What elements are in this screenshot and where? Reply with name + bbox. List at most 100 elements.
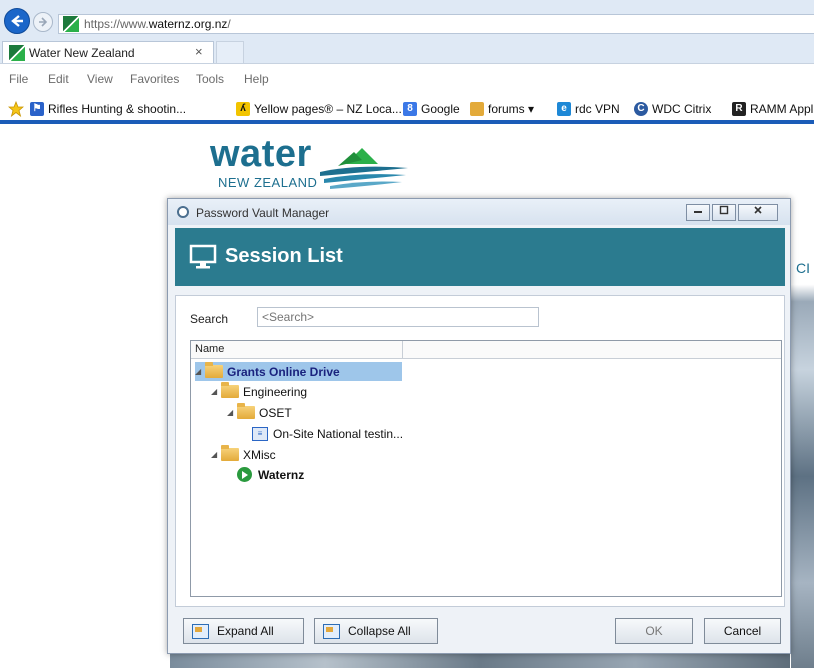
- ie-icon: e: [557, 102, 571, 116]
- favorite-wdc-citrix[interactable]: C WDC Citrix: [634, 100, 711, 118]
- url-suffix: /: [227, 17, 231, 31]
- favorite-label: Google: [421, 102, 460, 116]
- tree-row-grants-online-drive[interactable]: ◢ Grants Online Drive: [195, 362, 402, 381]
- maximize-button[interactable]: [712, 204, 736, 221]
- yellow-pages-icon: ʎ: [236, 102, 250, 116]
- tree-item-label: Grants Online Drive: [227, 364, 340, 379]
- add-favorite-star-icon[interactable]: [8, 100, 24, 118]
- collapse-all-label: Collapse All: [348, 624, 411, 638]
- forward-button[interactable]: [33, 12, 53, 32]
- collapse-all-button[interactable]: Collapse All: [314, 618, 438, 644]
- tree-row-waternz[interactable]: Waternz: [237, 465, 304, 484]
- tree-row-on-site-national-testing[interactable]: ≡ On-Site National testin...: [252, 424, 403, 443]
- collapse-arrow-icon[interactable]: ◢: [211, 450, 221, 459]
- site-logo-word[interactable]: water: [210, 134, 312, 174]
- water-waves-logo-icon: [320, 148, 408, 189]
- expand-all-button[interactable]: Expand All: [183, 618, 304, 644]
- tree-item-label: XMisc: [243, 447, 276, 462]
- play-entry-icon: [237, 467, 252, 482]
- collapse-arrow-icon[interactable]: ◢: [195, 367, 205, 376]
- favorite-ramm[interactable]: R RAMM Appl: [732, 100, 813, 118]
- ok-button[interactable]: OK: [615, 618, 693, 644]
- favorites-bar: ⚑ Rifles Hunting & shootin... ʎ Yellow pag…: [0, 94, 814, 124]
- expand-all-icon: [192, 623, 209, 639]
- folder-icon: [237, 403, 255, 419]
- tree-row-xmisc[interactable]: ◢ XMisc: [211, 445, 276, 464]
- tree-item-label: OSET: [259, 405, 292, 420]
- menu-edit[interactable]: Edit: [48, 72, 69, 86]
- column-header-name[interactable]: Name: [191, 341, 403, 358]
- search-label: Search: [190, 312, 229, 326]
- dialog-heading: Session List: [225, 245, 343, 267]
- tree-item-label: Engineering: [243, 384, 308, 399]
- favorite-label: WDC Citrix: [652, 102, 712, 116]
- maximize-icon: [719, 205, 729, 215]
- url-domain: waternz.org.nz: [148, 17, 228, 31]
- favorite-rdc-vpn[interactable]: e rdc VPN: [557, 100, 620, 118]
- tab-water-new-zealand[interactable]: Water New Zealand ×: [2, 41, 214, 63]
- favorite-label: rdc VPN: [575, 102, 620, 116]
- password-vault-dialog: Password Vault Manager Session List Sear…: [167, 198, 791, 654]
- collapse-all-icon: [323, 623, 340, 639]
- tab-row: Water New Zealand ×: [0, 38, 814, 64]
- page-hero-image-bottom: [170, 654, 790, 668]
- favorite-label: Rifles Hunting & shootin...: [48, 102, 187, 116]
- folder-icon: [221, 382, 239, 398]
- address-bar[interactable]: https://www.waternz.org.nz/: [58, 14, 814, 34]
- menu-help[interactable]: Help: [244, 72, 269, 86]
- collapse-arrow-icon[interactable]: ◢: [227, 408, 237, 417]
- site-logo-subtitle: NEW ZEALAND: [218, 175, 318, 190]
- search-input[interactable]: [257, 307, 539, 327]
- session-entry-icon: ≡: [252, 426, 268, 441]
- close-button[interactable]: [738, 204, 778, 221]
- tree-row-engineering[interactable]: ◢ Engineering: [211, 382, 307, 401]
- cancel-button[interactable]: Cancel: [704, 618, 781, 644]
- cancel-label: Cancel: [723, 624, 762, 638]
- url-text[interactable]: https://www.waternz.org.nz/: [84, 17, 231, 31]
- citrix-icon: C: [634, 102, 648, 116]
- tab-favicon-icon: [9, 45, 25, 61]
- url-prefix: https://www.: [84, 17, 149, 31]
- folder-icon: [470, 102, 484, 116]
- tree-item-label: Waternz: [258, 467, 305, 482]
- favorite-forums[interactable]: forums ▾: [470, 100, 534, 118]
- favorite-yellow-pages[interactable]: ʎ Yellow pages® – NZ Loca...: [236, 100, 402, 118]
- forward-arrow-icon: [39, 17, 48, 27]
- ramm-icon: R: [732, 102, 746, 116]
- close-icon: [754, 206, 762, 214]
- back-arrow-icon: [11, 15, 23, 27]
- page-hero-image-edge: [791, 242, 814, 668]
- menu-favorites[interactable]: Favorites: [130, 72, 179, 86]
- favorite-label: RAMM Appl: [750, 102, 814, 116]
- vault-app-icon: [177, 206, 189, 218]
- tree-column-header: Name: [191, 341, 781, 359]
- rifle-site-icon: ⚑: [30, 102, 44, 116]
- menu-file[interactable]: File: [9, 72, 28, 86]
- new-tab-button[interactable]: [216, 41, 244, 63]
- tab-title: Water New Zealand: [29, 46, 135, 60]
- menu-view[interactable]: View: [87, 72, 113, 86]
- back-button[interactable]: [4, 8, 30, 34]
- address-row: https://www.waternz.org.nz/: [0, 0, 814, 38]
- page-partial-text: CI: [796, 260, 810, 276]
- session-tree[interactable]: Name ◢ Grants Online Drive ◢ Engineering…: [190, 340, 782, 597]
- folder-icon: [205, 362, 223, 378]
- dialog-titlebar[interactable]: Password Vault Manager: [168, 199, 790, 225]
- site-favicon-icon: [63, 16, 79, 32]
- monitor-icon: [189, 244, 217, 269]
- collapse-arrow-icon[interactable]: ◢: [211, 387, 221, 396]
- minimize-button[interactable]: [686, 204, 710, 221]
- dialog-title: Password Vault Manager: [196, 206, 330, 220]
- minimize-icon: [694, 211, 702, 213]
- tree-row-oset[interactable]: ◢ OSET: [227, 403, 292, 422]
- favorite-label: Yellow pages® – NZ Loca...: [254, 102, 402, 116]
- menu-tools[interactable]: Tools: [196, 72, 224, 86]
- expand-all-label: Expand All: [217, 624, 274, 638]
- folder-icon: [221, 445, 239, 461]
- favorite-google[interactable]: 8 Google: [403, 100, 460, 118]
- menu-bar: File Edit View Favorites Tools Help: [0, 64, 814, 94]
- favorite-rifles[interactable]: ⚑ Rifles Hunting & shootin...: [30, 100, 186, 118]
- tab-close-icon[interactable]: ×: [195, 44, 203, 59]
- tree-item-label: On-Site National testin...: [273, 426, 404, 441]
- ok-label: OK: [645, 624, 663, 638]
